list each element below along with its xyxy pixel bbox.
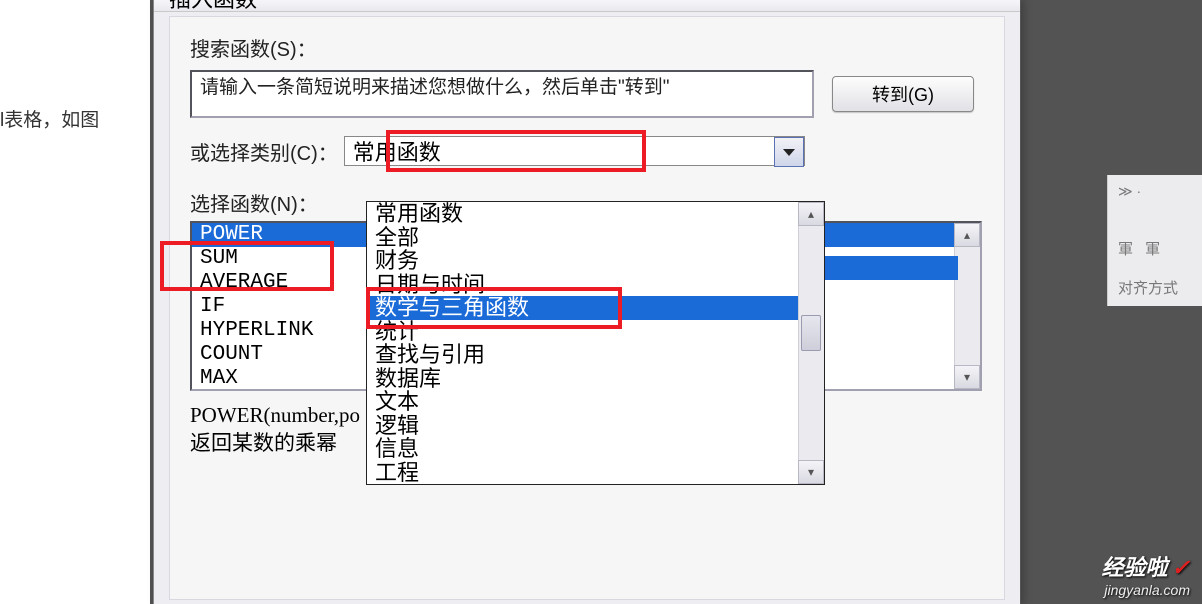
category-item-database[interactable]: 数据库 [367, 367, 824, 391]
page-background-left: l表格，如图 [0, 0, 150, 604]
ribbon-row2: 軍 軍 [1118, 238, 1197, 259]
insert-function-dialog: 插入函数 搜索函数(S)： 请输入一条简短说明来描述您想做什么，然后单击"转到"… [153, 0, 1021, 604]
category-item-all[interactable]: 全部 [367, 226, 824, 250]
scroll-down-icon[interactable] [954, 365, 980, 389]
category-label: 或选择类别(C)： [190, 137, 338, 166]
ribbon-row1: ≫ · [1118, 183, 1197, 200]
page-snippet-text: l表格，如图 [0, 110, 99, 131]
go-button-label: 转到(G) [872, 81, 934, 107]
category-item-text[interactable]: 文本 [367, 390, 824, 414]
category-item-logic[interactable]: 逻辑 [367, 414, 824, 438]
category-item-lookup[interactable]: 查找与引用 [367, 343, 824, 367]
category-item-finance[interactable]: 财务 [367, 249, 824, 273]
scroll-up-icon[interactable] [798, 202, 824, 226]
selection-highlight-strip [822, 256, 958, 280]
category-item-info[interactable]: 信息 [367, 437, 824, 461]
go-button[interactable]: 转到(G) [832, 76, 974, 112]
scroll-thumb[interactable] [801, 315, 821, 351]
category-item-common[interactable]: 常用函数 [367, 202, 824, 226]
title-bar[interactable]: 插入函数 [154, 0, 1020, 12]
dialog-title: 插入函数 [169, 0, 257, 14]
category-item-stats[interactable]: 统计 [367, 320, 824, 344]
category-item-engineering[interactable]: 工程 [367, 461, 824, 485]
ribbon-snippet: ≫ · 軍 軍 对齐方式 [1107, 175, 1202, 306]
scroll-up-icon[interactable] [954, 223, 980, 247]
watermark-check-icon: ✓ [1172, 555, 1190, 580]
category-selected-text: 常用函数 [353, 135, 441, 167]
watermark-line1: 经验啦✓ [1102, 550, 1190, 582]
category-row: 或选择类别(C)： 常用函数 [190, 136, 984, 166]
function-list-scrollbar[interactable] [954, 223, 980, 389]
category-dropdown-button[interactable] [774, 137, 804, 167]
category-select[interactable]: 常用函数 [344, 136, 805, 166]
category-dropdown-popup[interactable]: 常用函数 全部 财务 日期与时间 数学与三角函数 统计 查找与引用 数据库 文本… [366, 201, 825, 485]
scroll-down-icon[interactable] [798, 460, 824, 484]
search-input[interactable]: 请输入一条简短说明来描述您想做什么，然后单击"转到" [190, 70, 814, 118]
dialog-content: 搜索函数(S)： 请输入一条简短说明来描述您想做什么，然后单击"转到" 转到(G… [169, 16, 1005, 600]
category-item-math[interactable]: 数学与三角函数 [367, 296, 824, 320]
search-label: 搜索函数(S)： [190, 33, 984, 62]
category-popup-scrollbar[interactable] [798, 202, 824, 484]
ribbon-row3: 对齐方式 [1118, 277, 1197, 298]
watermark: 经验啦✓ jingyanla.com [1102, 550, 1190, 598]
watermark-line2: jingyanla.com [1102, 582, 1190, 598]
category-item-datetime[interactable]: 日期与时间 [367, 273, 824, 297]
